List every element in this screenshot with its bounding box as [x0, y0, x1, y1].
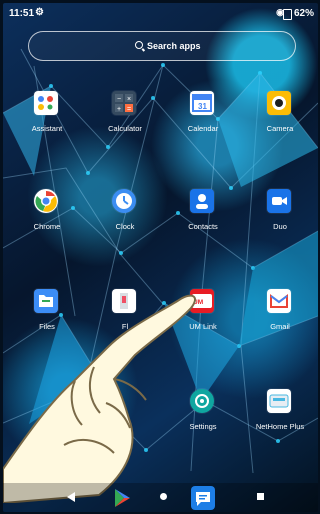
back-icon[interactable]: [67, 492, 75, 502]
app-label: Fl: [121, 322, 129, 331]
svg-text:−: −: [117, 96, 121, 103]
messages-icon[interactable]: [191, 486, 215, 510]
app-camera[interactable]: Camera: [246, 91, 314, 143]
settings-status-icon: ⚙: [35, 7, 44, 18]
app-label: Gmail: [270, 322, 290, 331]
app-nethome-plus[interactable]: NetHome Plus: [246, 389, 314, 441]
app-duo[interactable]: Duo: [246, 189, 314, 241]
svg-text:UM: UM: [193, 299, 203, 306]
app-label: Duo: [273, 222, 287, 231]
recent-apps-icon[interactable]: [257, 493, 264, 500]
status-bar: 11:51 ⚙ ◉ 62%: [3, 3, 318, 25]
assistant-icon: [34, 91, 58, 115]
app-contacts[interactable]: Contacts: [169, 189, 237, 241]
search-apps-bar[interactable]: Search apps: [28, 31, 296, 61]
app-um-link[interactable]: UM UM Link: [169, 289, 237, 341]
svg-text:=: =: [127, 106, 131, 113]
app-chrome[interactable]: Chrome: [13, 189, 81, 241]
battery-percent: 62%: [293, 8, 314, 19]
app-label: Settings: [189, 422, 217, 431]
app-label: Contacts: [188, 222, 218, 231]
home-icon[interactable]: [160, 493, 167, 500]
duo-icon: [267, 189, 291, 213]
app-label: Assistant: [31, 124, 63, 133]
app-label: UM Link: [189, 322, 217, 331]
app-gmail[interactable]: Gmail: [246, 289, 314, 341]
camera-icon: [267, 91, 291, 115]
app-calculator[interactable]: − × + = Calculator: [91, 91, 159, 143]
chrome-icon: [34, 189, 58, 213]
gmail-icon: [267, 289, 291, 313]
app-label: Chrome: [33, 222, 61, 231]
calculator-icon: − × + =: [112, 91, 136, 115]
app-label: Calculator: [108, 124, 142, 133]
contacts-icon: [190, 189, 214, 213]
search-apps-label: Search apps: [147, 41, 201, 51]
app-label: Files: [39, 322, 55, 331]
battery-icon: [283, 9, 292, 20]
search-icon: [135, 41, 143, 49]
app-label: NetHome Plus: [255, 422, 305, 431]
svg-text:+: +: [117, 106, 121, 113]
svg-text:×: ×: [127, 96, 131, 103]
um-link-icon: UM: [190, 289, 214, 313]
app-label: Calendar: [187, 124, 219, 133]
play-store-icon[interactable]: [111, 486, 135, 510]
app-settings[interactable]: Settings: [169, 389, 237, 441]
app-files[interactable]: Files: [13, 289, 81, 341]
flashlight-icon: [112, 289, 136, 313]
app-fl[interactable]: Fl: [91, 289, 159, 341]
clock-icon: [112, 189, 136, 213]
calendar-icon: 31: [190, 91, 214, 115]
status-time: 11:51: [9, 8, 35, 19]
app-calendar[interactable]: 31 Calendar: [169, 91, 237, 143]
svg-text:31: 31: [198, 102, 207, 111]
files-icon: [34, 289, 58, 313]
app-assistant[interactable]: Assistant: [13, 91, 81, 143]
navigation-bar: [3, 483, 318, 512]
android-home-screen: 11:51 ⚙ ◉ 62% Search apps Assistant − × +…: [3, 3, 318, 512]
nethome-plus-icon: [267, 389, 291, 413]
app-clock[interactable]: Clock: [91, 189, 159, 241]
app-label: Camera: [266, 124, 294, 133]
settings-icon: [190, 389, 214, 413]
app-label: Clock: [115, 222, 135, 231]
